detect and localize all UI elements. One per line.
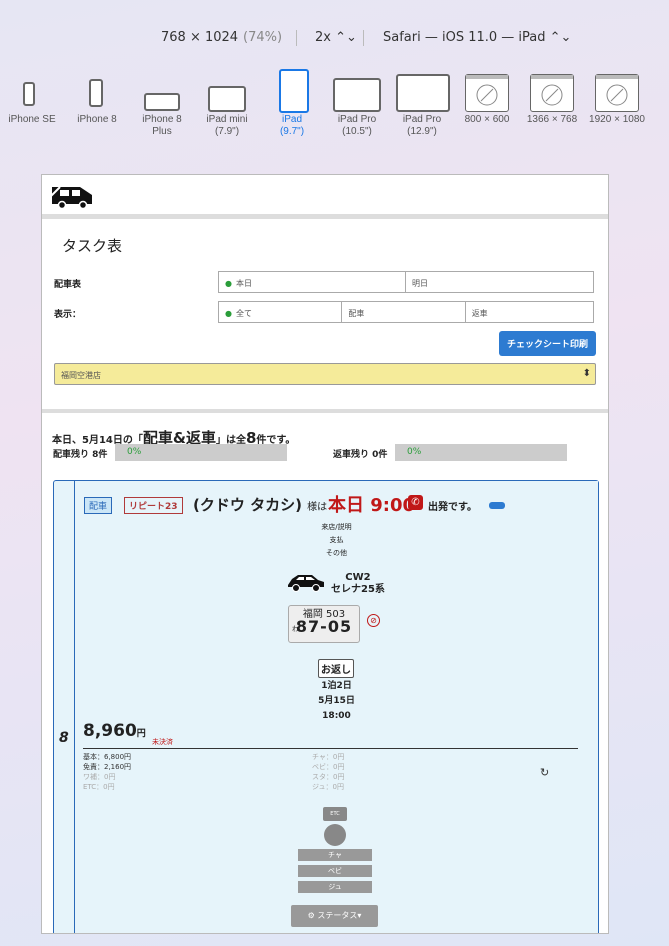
viewport-dimensions: 768 × 1024 bbox=[161, 30, 239, 45]
info-pill[interactable] bbox=[489, 502, 505, 509]
fees-right: チャ：0円 ベビ：0円 スタ：0円 ジュ：0円 bbox=[312, 753, 345, 791]
device-800x600[interactable]: 800 × 600 bbox=[451, 68, 523, 126]
fees-left: 基本：6,800円 免責：2,160円 ワ補：0円 ETC：0円 bbox=[83, 753, 132, 791]
responsive-toolbar: 768 × 1024 (74%) 2x ⌃⌄ Safari — iOS 11.0… bbox=[0, 30, 669, 48]
dispatch-label: 配車表 bbox=[54, 280, 82, 290]
device-ipad-pro-105[interactable]: iPad Pro (10.5") bbox=[321, 68, 393, 138]
rental-period: 1泊2日 5月15日 18:00 bbox=[318, 681, 355, 721]
zoom-select[interactable]: 2x ⌃⌄ bbox=[315, 30, 357, 45]
option-baby: ベビ bbox=[298, 865, 372, 877]
select-arrow-icon: ⬍ bbox=[582, 368, 591, 379]
return-remaining: 返車残り 0件 bbox=[333, 450, 388, 460]
car-info: CW2 セレナ25系 bbox=[331, 572, 385, 595]
device-iphone-8[interactable]: iPhone 8 bbox=[61, 68, 133, 126]
opt-all[interactable]: ● 全て bbox=[219, 302, 343, 322]
display-label: 表示： bbox=[54, 310, 82, 320]
print-checksheet-button[interactable]: チェックシート印刷 bbox=[498, 331, 596, 356]
browser-select[interactable]: Safari — iOS 11.0 — iPad ⌃⌄ bbox=[383, 30, 571, 45]
device-ipad[interactable]: iPad (9.7") bbox=[256, 68, 328, 138]
device-ipad-pro-129[interactable]: iPad Pro (12.9") bbox=[386, 68, 458, 138]
opt-today[interactable]: ● 本日 bbox=[219, 272, 406, 292]
customer-name: (クドウ タカシ) 様は bbox=[193, 496, 328, 514]
store-select[interactable]: 福岡空港店 ⬍ bbox=[54, 363, 596, 385]
option-chair: チャ bbox=[298, 849, 372, 861]
repeat-badge: リピート23 bbox=[124, 497, 183, 514]
page-title: タスク表 bbox=[62, 237, 123, 255]
device-viewport: タスク表 配車表 ● 本日 明日 表示： ● 全て 配車 返車 チェックシート印刷 … bbox=[41, 174, 609, 934]
etc-icon: ETC bbox=[323, 807, 347, 821]
device-1366x768[interactable]: 1366 × 768 bbox=[516, 68, 588, 126]
check-icon: ● bbox=[225, 309, 232, 318]
display-toggle: ● 全て 配車 返車 bbox=[218, 301, 594, 323]
unpaid-label: 未決済 bbox=[152, 738, 173, 746]
opt-dispatch[interactable]: 配車 bbox=[342, 302, 466, 322]
refresh-icon[interactable]: ↻ bbox=[540, 766, 549, 779]
device-iphone-se[interactable]: iPhone SE bbox=[0, 68, 68, 126]
return-button[interactable]: お返し bbox=[318, 659, 354, 678]
dispatch-toggle: ● 本日 明日 bbox=[218, 271, 594, 293]
license-plate: 福岡 503 わ 87-05 bbox=[288, 605, 360, 643]
dispatch-remaining: 配車残り 8件 bbox=[53, 450, 108, 460]
card-lines: 来店/説明 支払 その他 bbox=[321, 523, 352, 557]
opt-return[interactable]: 返車 bbox=[466, 302, 593, 322]
device-iphone-8-plus[interactable]: iPhone 8 Plus bbox=[126, 68, 198, 138]
return-progress: 0% bbox=[395, 444, 567, 461]
device-ipad-mini[interactable]: iPad mini (7.9") bbox=[191, 68, 263, 138]
cd-icon bbox=[324, 824, 346, 846]
check-icon: ● bbox=[225, 279, 232, 288]
viewport-scale: (74%) bbox=[243, 30, 283, 45]
task-panel: タスク表 配車表 ● 本日 明日 表示： ● 全て 配車 返車 チェックシート印刷 … bbox=[42, 219, 608, 409]
option-junior: ジュ bbox=[298, 881, 372, 893]
price: 8,960円 bbox=[83, 721, 146, 741]
dispatch-progress: 0% bbox=[115, 444, 287, 461]
status-button[interactable]: ⚙ ステータス▾ bbox=[291, 905, 378, 927]
dispatch-time: 本日 9:00 bbox=[328, 495, 416, 516]
van-logo-icon bbox=[50, 186, 92, 209]
phone-icon[interactable]: ✆ bbox=[408, 495, 423, 510]
no-smoking-icon: ⊘ bbox=[367, 614, 380, 627]
app-header bbox=[42, 175, 608, 219]
device-1920x1080[interactable]: 1920 × 1080 bbox=[581, 68, 653, 126]
task-card[interactable]: 8 配車 リピート23 (クドウ タカシ) 様は 本日 9:00 ✆ 出発です。… bbox=[53, 480, 599, 933]
row-number: 8 bbox=[59, 730, 69, 746]
dispatch-badge: 配車 bbox=[84, 497, 113, 514]
car-icon bbox=[288, 575, 324, 592]
opt-tomorrow[interactable]: 明日 bbox=[406, 272, 593, 292]
departure-text: 出発です。 bbox=[428, 502, 477, 513]
